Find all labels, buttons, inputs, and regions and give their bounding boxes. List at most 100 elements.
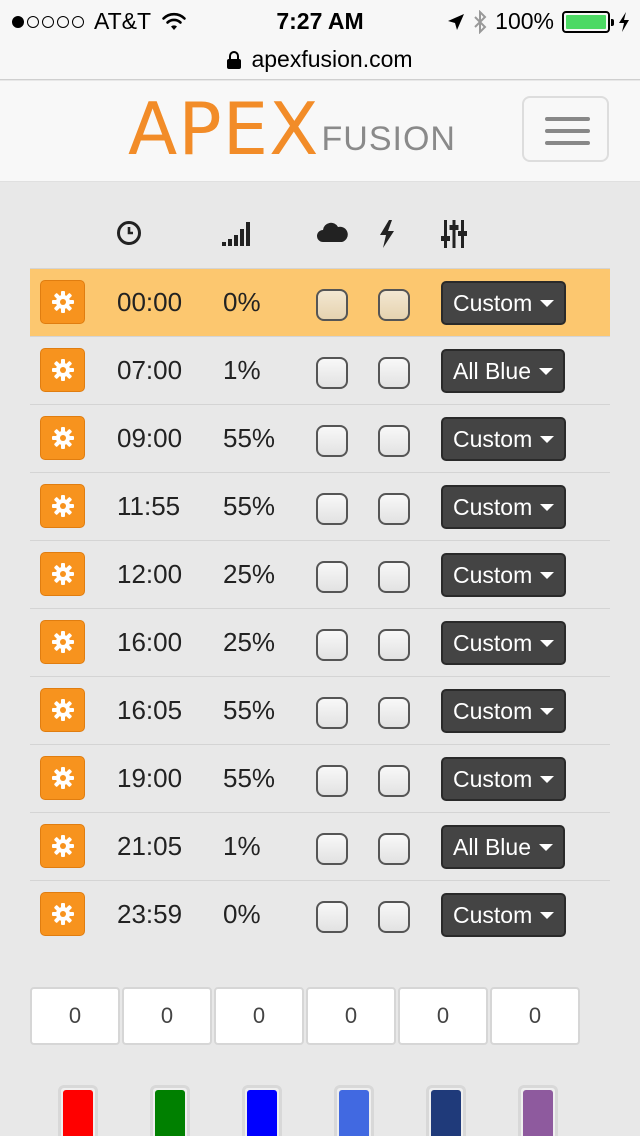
intensity-cell: 1% — [223, 831, 261, 861]
lightning-checkbox[interactable] — [378, 697, 410, 729]
channel-color-swatch[interactable] — [242, 1085, 282, 1136]
caret-down-icon — [540, 775, 555, 783]
cloud-checkbox[interactable] — [316, 493, 348, 525]
cloud-checkbox[interactable] — [316, 697, 348, 729]
cloud-checkbox[interactable] — [316, 833, 348, 865]
lock-icon — [227, 50, 242, 69]
lightning-checkbox[interactable] — [378, 833, 410, 865]
cloud-checkbox[interactable] — [316, 765, 348, 797]
lightning-checkbox[interactable] — [378, 561, 410, 593]
caret-down-icon — [540, 707, 555, 715]
time-cell: 19:00 — [117, 763, 183, 793]
logo-apex-text: APEX — [128, 87, 320, 171]
edit-row-button[interactable] — [40, 892, 85, 936]
profile-dropdown[interactable]: Custom — [441, 485, 567, 529]
intensity-cell: 55% — [223, 695, 276, 725]
profile-dropdown[interactable]: All Blue — [441, 825, 565, 869]
profile-dropdown[interactable]: Custom — [441, 553, 567, 597]
profile-dropdown[interactable]: All Blue — [441, 349, 565, 393]
cloud-checkbox[interactable] — [316, 629, 348, 661]
profile-dropdown[interactable]: Custom — [441, 893, 567, 937]
profile-dropdown[interactable]: Custom — [441, 757, 567, 801]
gear-icon — [51, 699, 74, 721]
table-row: 09:00 55% Custom — [30, 404, 610, 472]
cloud-checkbox[interactable] — [316, 357, 348, 389]
edit-row-button[interactable] — [40, 348, 85, 392]
table-row: 23:59 0% Custom — [30, 880, 610, 948]
cloud-checkbox[interactable] — [316, 425, 348, 457]
lightning-checkbox[interactable] — [378, 425, 410, 457]
cloud-checkbox[interactable] — [316, 561, 348, 593]
intensity-cell: 25% — [223, 559, 276, 589]
cloud-icon — [317, 222, 348, 242]
channel-value-input[interactable]: 0 — [122, 987, 212, 1045]
apex-fusion-logo[interactable]: APEX FUSION — [128, 87, 456, 171]
channel-value-input[interactable]: 0 — [490, 987, 580, 1045]
intensity-cell: 0% — [223, 899, 261, 929]
caret-down-icon — [540, 639, 555, 647]
sliders-icon — [441, 220, 467, 248]
logo-fusion-text: FUSION — [321, 120, 456, 158]
edit-row-button[interactable] — [40, 688, 85, 732]
channel-value-input[interactable]: 0 — [306, 987, 396, 1045]
time-cell: 11:55 — [117, 491, 181, 521]
table-header — [30, 200, 610, 268]
profile-dropdown[interactable]: Custom — [441, 621, 567, 665]
time-cell: 23:59 — [117, 899, 183, 929]
gear-icon — [51, 291, 74, 313]
lightning-checkbox[interactable] — [378, 629, 410, 661]
channel-color-swatch[interactable] — [518, 1085, 558, 1136]
lightning-checkbox[interactable] — [378, 493, 410, 525]
cloud-checkbox[interactable] — [316, 289, 348, 321]
hamburger-menu-button[interactable] — [522, 96, 609, 162]
profile-dropdown[interactable]: Custom — [441, 281, 567, 325]
lightning-checkbox[interactable] — [378, 901, 410, 933]
profile-dropdown[interactable]: Custom — [441, 689, 567, 733]
channel-color-swatch[interactable] — [334, 1085, 374, 1136]
channel-value-input[interactable]: 0 — [398, 987, 488, 1045]
channel-color-swatch[interactable] — [150, 1085, 190, 1136]
table-row: 07:00 1% All Blue — [30, 336, 610, 404]
channel-color-swatch[interactable] — [426, 1085, 466, 1136]
table-row: 16:00 25% Custom — [30, 608, 610, 676]
edit-row-button[interactable] — [40, 416, 85, 460]
intensity-cell: 55% — [223, 423, 276, 453]
caret-down-icon — [538, 367, 553, 375]
edit-row-button[interactable] — [40, 824, 85, 868]
channel-color-swatch[interactable] — [58, 1085, 98, 1136]
lightning-checkbox[interactable] — [378, 765, 410, 797]
time-cell: 00:00 — [117, 287, 183, 317]
cloud-checkbox[interactable] — [316, 901, 348, 933]
lightning-checkbox[interactable] — [378, 289, 410, 321]
gear-icon — [51, 631, 74, 653]
profile-label: All Blue — [453, 357, 531, 384]
bluetooth-icon — [474, 9, 487, 34]
time-cell: 07:00 — [117, 355, 183, 385]
intensity-cell: 25% — [223, 627, 276, 657]
location-arrow-icon — [448, 13, 465, 30]
caret-down-icon — [540, 435, 555, 443]
battery-icon — [562, 10, 614, 33]
table-row: 16:05 55% Custom — [30, 676, 610, 744]
edit-row-button[interactable] — [40, 280, 85, 324]
time-cell: 16:05 — [117, 695, 183, 725]
caret-down-icon — [540, 571, 555, 579]
gear-icon — [51, 359, 74, 381]
gear-icon — [51, 495, 74, 517]
caret-down-icon — [538, 843, 553, 851]
edit-row-button[interactable] — [40, 484, 85, 528]
channel-value-input[interactable]: 0 — [30, 987, 120, 1045]
time-cell: 09:00 — [117, 423, 183, 453]
address-bar[interactable]: apexfusion.com — [0, 40, 640, 80]
channel-inputs: 000000 — [30, 987, 580, 1045]
edit-row-button[interactable] — [40, 620, 85, 664]
lightning-checkbox[interactable] — [378, 357, 410, 389]
gear-icon — [51, 903, 74, 925]
edit-row-button[interactable] — [40, 756, 85, 800]
edit-row-button[interactable] — [40, 552, 85, 596]
time-cell: 21:05 — [117, 831, 183, 861]
table-row: 11:55 55% Custom — [30, 472, 610, 540]
channel-value-input[interactable]: 0 — [214, 987, 304, 1045]
profile-dropdown[interactable]: Custom — [441, 417, 567, 461]
profile-label: Custom — [453, 493, 533, 520]
